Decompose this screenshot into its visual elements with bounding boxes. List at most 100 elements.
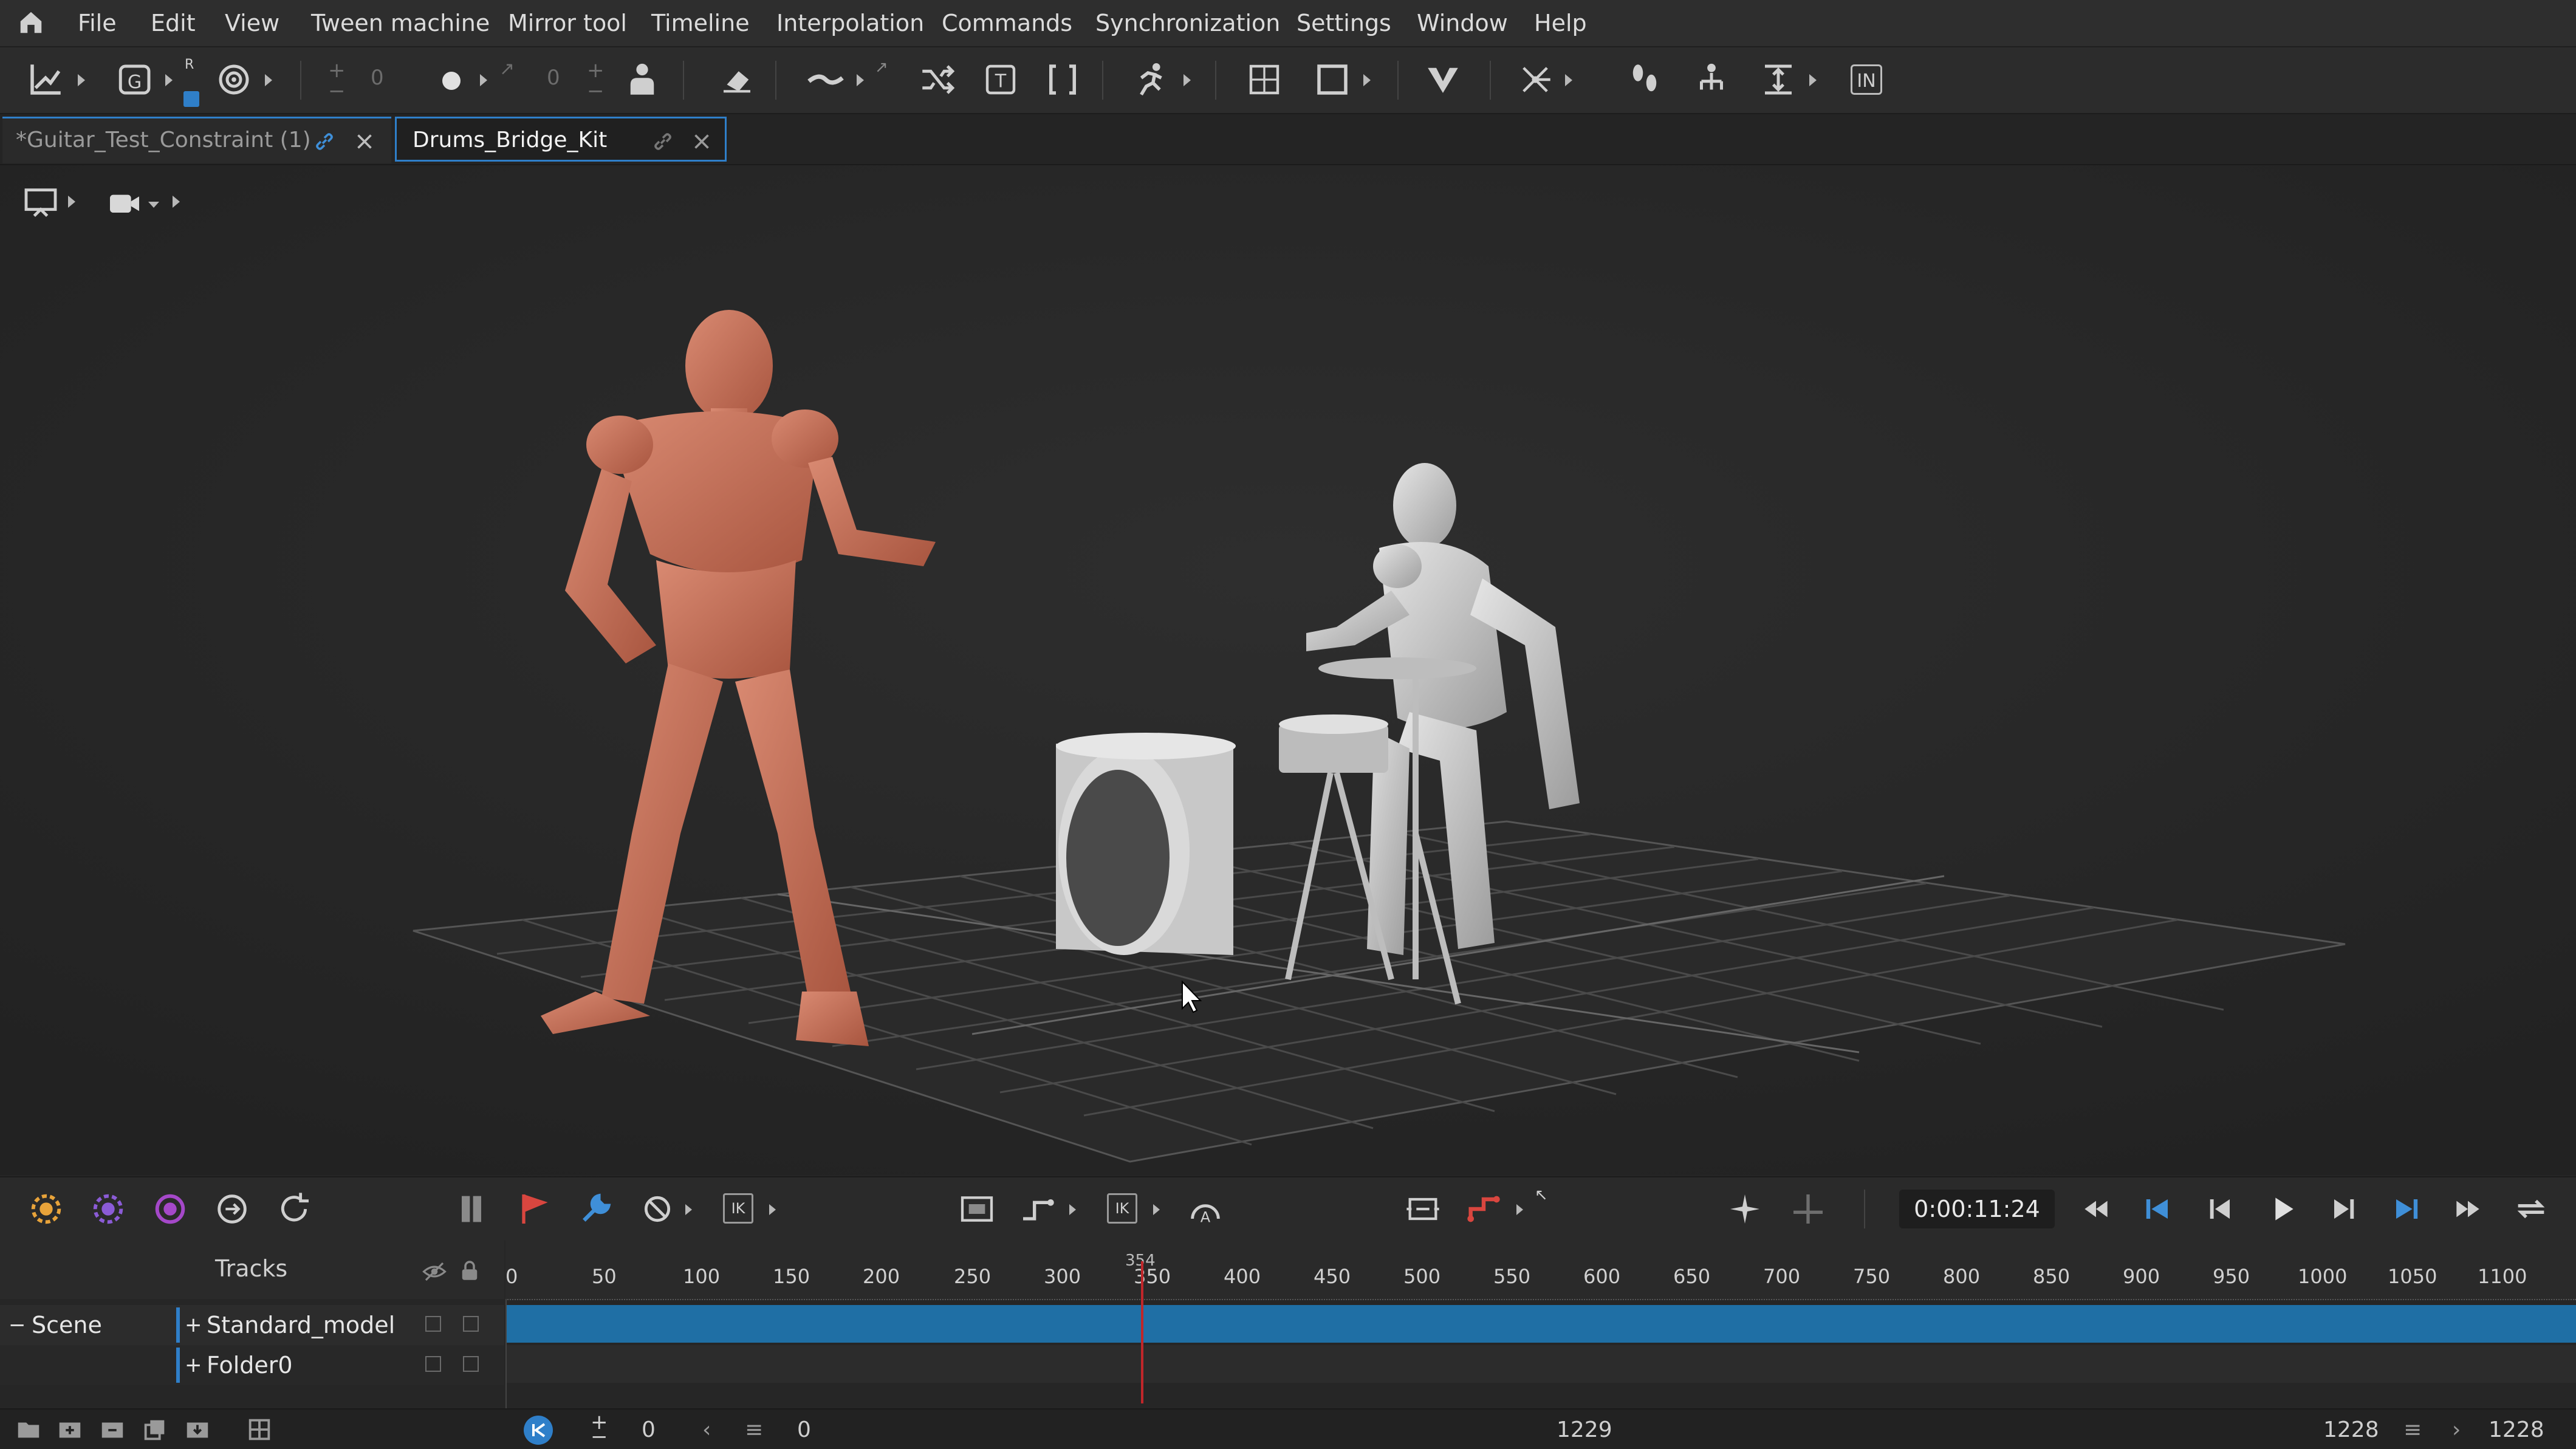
lock-icon[interactable] — [457, 1258, 482, 1283]
cycle-circle-icon[interactable] — [213, 1190, 252, 1228]
timeline-ruler[interactable]: 0 50 100 150 200 250 300 350 400 450 500… — [505, 1241, 2576, 1300]
refresh-icon[interactable] — [275, 1190, 313, 1228]
align-height-icon[interactable] — [1758, 60, 1798, 100]
menu-mirror-tool[interactable]: Mirror tool — [508, 0, 627, 46]
axis-cross-icon[interactable] — [1789, 1190, 1828, 1228]
curve-tool-icon[interactable] — [806, 60, 846, 100]
go-to-start-circle-icon[interactable] — [524, 1416, 553, 1445]
track-label-folder0[interactable]: Folder0 — [207, 1345, 293, 1385]
purple-gear-icon[interactable] — [89, 1190, 128, 1228]
track-label-standard-model[interactable]: Standard_model — [207, 1305, 395, 1345]
keyframe-dot-icon[interactable] — [442, 72, 461, 90]
track-row-folder[interactable]: + Folder0 — [0, 1345, 504, 1385]
playhead[interactable] — [1141, 1261, 1143, 1403]
step-curve-dropdown-arrow[interactable] — [1069, 1204, 1076, 1215]
3d-viewport[interactable] — [0, 165, 2576, 1175]
menu-window[interactable]: Window — [1417, 0, 1508, 46]
previous-key-icon[interactable] — [2201, 1190, 2239, 1228]
display-mode-icon[interactable] — [19, 183, 62, 222]
end-list-icon[interactable]: ≡ — [2403, 1410, 2422, 1449]
frame-view-icon[interactable] — [1312, 60, 1352, 100]
menu-view[interactable]: View — [225, 0, 279, 46]
key-value-a[interactable]: 0 — [371, 66, 384, 90]
home-icon[interactable] — [17, 9, 45, 36]
key-pin-icon[interactable]: ↗ — [499, 58, 515, 80]
visibility-checkbox[interactable] — [425, 1356, 441, 1372]
track-empty-lane[interactable] — [507, 1345, 2576, 1383]
ik-toggle-button[interactable]: IK — [723, 1193, 753, 1224]
ik-dropdown-arrow[interactable] — [769, 1204, 776, 1215]
go-to-start-icon[interactable] — [2139, 1190, 2177, 1228]
next-arrow-icon[interactable]: › — [2452, 1410, 2461, 1449]
curve-pin-icon[interactable]: ↗ — [875, 58, 888, 77]
skeleton-scatter-icon[interactable] — [1515, 60, 1555, 100]
red-flag-icon[interactable] — [514, 1190, 553, 1228]
corner-arrow-icon[interactable]: ↖ — [1535, 1186, 1548, 1204]
new-folder-icon[interactable] — [15, 1416, 43, 1444]
curve-dropdown-arrow[interactable] — [857, 74, 864, 86]
list-icon[interactable]: ≡ — [745, 1410, 763, 1449]
go-to-end-icon[interactable] — [2386, 1190, 2425, 1228]
expand-icon[interactable]: + — [185, 1345, 202, 1385]
link-icon[interactable] — [652, 131, 674, 152]
shield-v-icon[interactable] — [1423, 60, 1463, 100]
menu-file[interactable]: File — [78, 0, 117, 46]
global-mode-icon[interactable]: G — [115, 60, 156, 100]
frame-dropdown-arrow[interactable] — [1363, 74, 1371, 86]
rewind-icon[interactable] — [2077, 1190, 2115, 1228]
play-icon[interactable] — [2263, 1190, 2301, 1228]
next-key-icon[interactable] — [2324, 1190, 2363, 1228]
skeleton-dropdown-arrow[interactable] — [1565, 74, 1572, 86]
lock-checkbox[interactable] — [463, 1356, 479, 1372]
menu-interpolation[interactable]: Interpolation — [776, 0, 924, 46]
camera-expand-arrow[interactable] — [173, 196, 180, 208]
align-dropdown-arrow[interactable] — [1809, 74, 1817, 86]
keyframe-grid-icon[interactable] — [245, 1416, 273, 1444]
tab-drums-bridge-kit[interactable]: Drums_Bridge_Kit — [395, 117, 727, 162]
menu-help[interactable]: Help — [1534, 0, 1587, 46]
duplicate-icon[interactable] — [141, 1416, 169, 1444]
red-route-icon[interactable] — [1464, 1190, 1503, 1228]
track-row-scene[interactable]: − Scene + Standard_model — [0, 1305, 504, 1345]
previous-arrow-icon[interactable]: ‹ — [702, 1410, 711, 1449]
step-minus-icon[interactable]: − — [328, 79, 346, 103]
fit-range-icon[interactable] — [1403, 1190, 1442, 1228]
visibility-checkbox[interactable] — [425, 1316, 441, 1332]
snap-badge-icon[interactable] — [183, 91, 199, 107]
current-time-display[interactable]: 0:00:11:24 — [1899, 1190, 2055, 1228]
frame-value[interactable]: 0 — [797, 1410, 811, 1449]
step2-minus-icon[interactable]: − — [587, 79, 605, 103]
key-value-b[interactable]: 0 — [547, 66, 560, 90]
menu-commands[interactable]: Commands — [942, 0, 1072, 46]
grid-view-icon[interactable] — [1244, 60, 1284, 100]
magenta-gear-icon[interactable] — [151, 1190, 190, 1228]
add-track-icon[interactable] — [56, 1416, 84, 1444]
close-icon[interactable] — [691, 131, 713, 152]
running-pose-icon[interactable] — [1131, 60, 1171, 100]
shuffle-icon[interactable] — [917, 60, 957, 100]
orbit-dropdown-arrow[interactable] — [265, 74, 272, 86]
in-button[interactable]: IN — [1851, 64, 1882, 95]
route-dropdown-arrow[interactable] — [1516, 1204, 1523, 1215]
character-pose-icon[interactable] — [622, 60, 662, 100]
remove-track-icon[interactable] — [98, 1416, 126, 1444]
lock-checkbox[interactable] — [463, 1316, 479, 1332]
graph-axes-icon[interactable] — [26, 60, 66, 100]
eye-hidden-icon[interactable] — [422, 1259, 447, 1284]
menu-edit[interactable]: Edit — [151, 0, 196, 46]
keyframe-dropdown-arrow[interactable] — [480, 74, 487, 86]
ik-mode-dropdown-arrow[interactable] — [1153, 1204, 1160, 1215]
offset-minus-icon[interactable]: − — [591, 1417, 608, 1449]
wrench-icon[interactable] — [576, 1190, 615, 1228]
close-icon[interactable] — [354, 131, 375, 152]
collapse-icon[interactable]: − — [9, 1305, 26, 1345]
menu-synchronization[interactable]: Synchronization — [1095, 0, 1280, 46]
link-icon[interactable] — [313, 131, 335, 152]
eraser-icon[interactable] — [717, 60, 757, 100]
ik-mode-button[interactable]: IK — [1107, 1193, 1137, 1224]
rig-hierarchy-icon[interactable] — [1691, 60, 1732, 100]
camera-icon[interactable] — [103, 183, 146, 222]
fit-frame-icon[interactable] — [957, 1190, 996, 1228]
frame-offset-value[interactable]: 0 — [642, 1410, 656, 1449]
menu-settings[interactable]: Settings — [1297, 0, 1391, 46]
